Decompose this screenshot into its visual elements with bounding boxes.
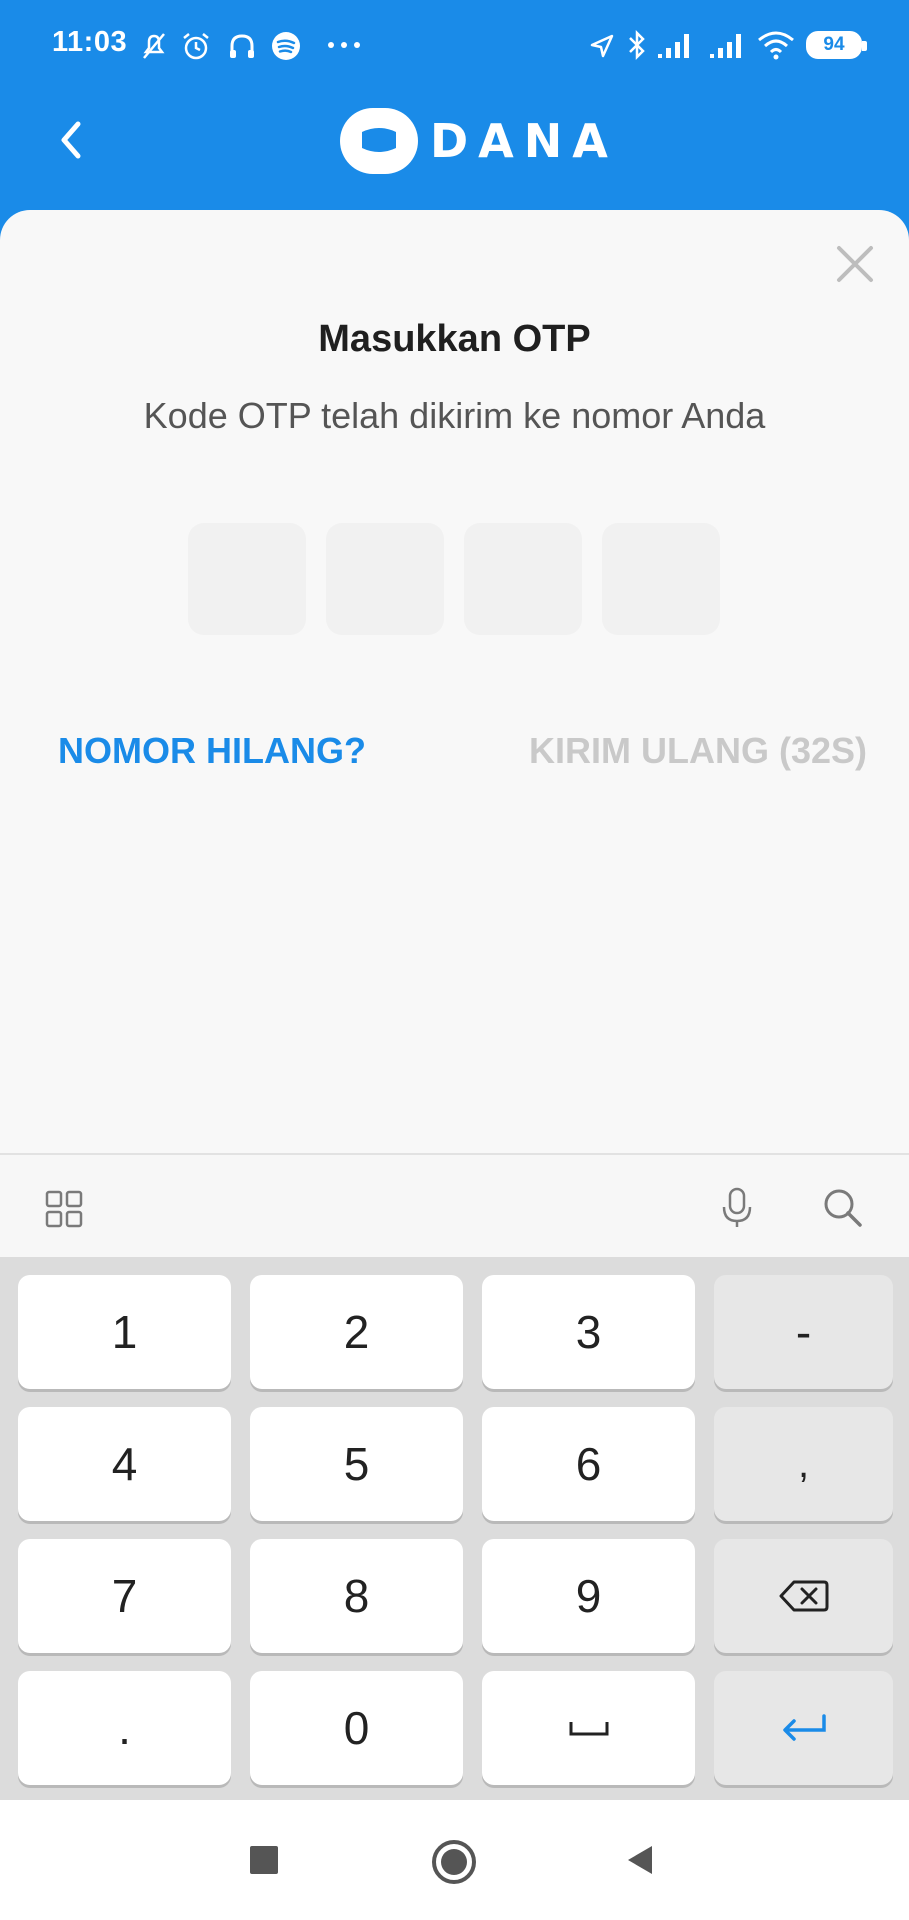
otp-sheet: Masukkan OTP Kode OTP telah dikirim ke n… <box>0 210 909 1155</box>
key-9[interactable]: 9 <box>482 1539 695 1653</box>
mic-icon[interactable] <box>716 1185 758 1231</box>
key-6[interactable]: 6 <box>482 1407 695 1521</box>
otp-input-group <box>188 523 720 635</box>
system-nav-bar <box>0 1800 909 1920</box>
dana-logo: DANA <box>340 108 618 174</box>
space-key[interactable] <box>482 1671 695 1785</box>
key-5[interactable]: 5 <box>250 1407 463 1521</box>
status-bar: 11:03 94 <box>0 0 909 90</box>
location-icon <box>590 34 614 58</box>
logo-text: DANA <box>430 114 618 168</box>
close-button[interactable] <box>831 240 879 288</box>
back-button[interactable] <box>48 112 96 168</box>
numeric-keyboard: 1 2 3 - 4 5 6 , 7 8 9 . 0 <box>0 1257 909 1800</box>
key-period[interactable]: . <box>18 1671 231 1785</box>
status-time: 11:03 <box>52 26 128 58</box>
recent-apps-icon[interactable] <box>246 1842 282 1878</box>
more-icon <box>328 42 360 48</box>
wifi-icon <box>758 31 794 60</box>
back-icon[interactable] <box>622 1842 658 1878</box>
headphones-icon <box>230 34 254 58</box>
key-4[interactable]: 4 <box>18 1407 231 1521</box>
key-3[interactable]: 3 <box>482 1275 695 1389</box>
battery-indicator: 94 <box>806 31 867 59</box>
backspace-icon <box>779 1580 828 1612</box>
key-0[interactable]: 0 <box>250 1671 463 1785</box>
silent-icon <box>143 33 165 59</box>
dana-logo-mark <box>340 108 418 174</box>
key-7[interactable]: 7 <box>18 1539 231 1653</box>
key-dash[interactable]: - <box>714 1275 893 1389</box>
otp-digit-input[interactable] <box>464 523 582 635</box>
enter-icon <box>782 1714 826 1741</box>
search-icon[interactable] <box>820 1185 866 1231</box>
otp-digit-input[interactable] <box>602 523 720 635</box>
home-icon[interactable] <box>430 1838 478 1886</box>
keyboard-toolbar <box>0 1153 909 1257</box>
otp-digit-input[interactable] <box>326 523 444 635</box>
page-subtitle: Kode OTP telah dikirim ke nomor Anda <box>143 395 766 436</box>
page-title: Masukkan OTP <box>318 318 591 360</box>
signal-icon <box>710 34 741 58</box>
spotify-icon <box>272 32 300 60</box>
key-8[interactable]: 8 <box>250 1539 463 1653</box>
key-comma[interactable]: , <box>714 1407 893 1521</box>
resend-otp-button[interactable]: KIRIM ULANG (32S) <box>529 730 867 772</box>
signal-icon <box>658 34 689 58</box>
backspace-key[interactable] <box>714 1539 893 1653</box>
logo-wave-icon <box>362 128 396 152</box>
enter-key[interactable] <box>714 1671 893 1785</box>
grid-icon[interactable] <box>44 1189 84 1229</box>
lost-number-link[interactable]: NOMOR HILANG? <box>58 730 366 772</box>
alarm-icon <box>183 33 209 60</box>
space-icon <box>569 1722 608 1736</box>
otp-digit-input[interactable] <box>188 523 306 635</box>
key-2[interactable]: 2 <box>250 1275 463 1389</box>
bluetooth-icon <box>629 29 645 61</box>
key-1[interactable]: 1 <box>18 1275 231 1389</box>
